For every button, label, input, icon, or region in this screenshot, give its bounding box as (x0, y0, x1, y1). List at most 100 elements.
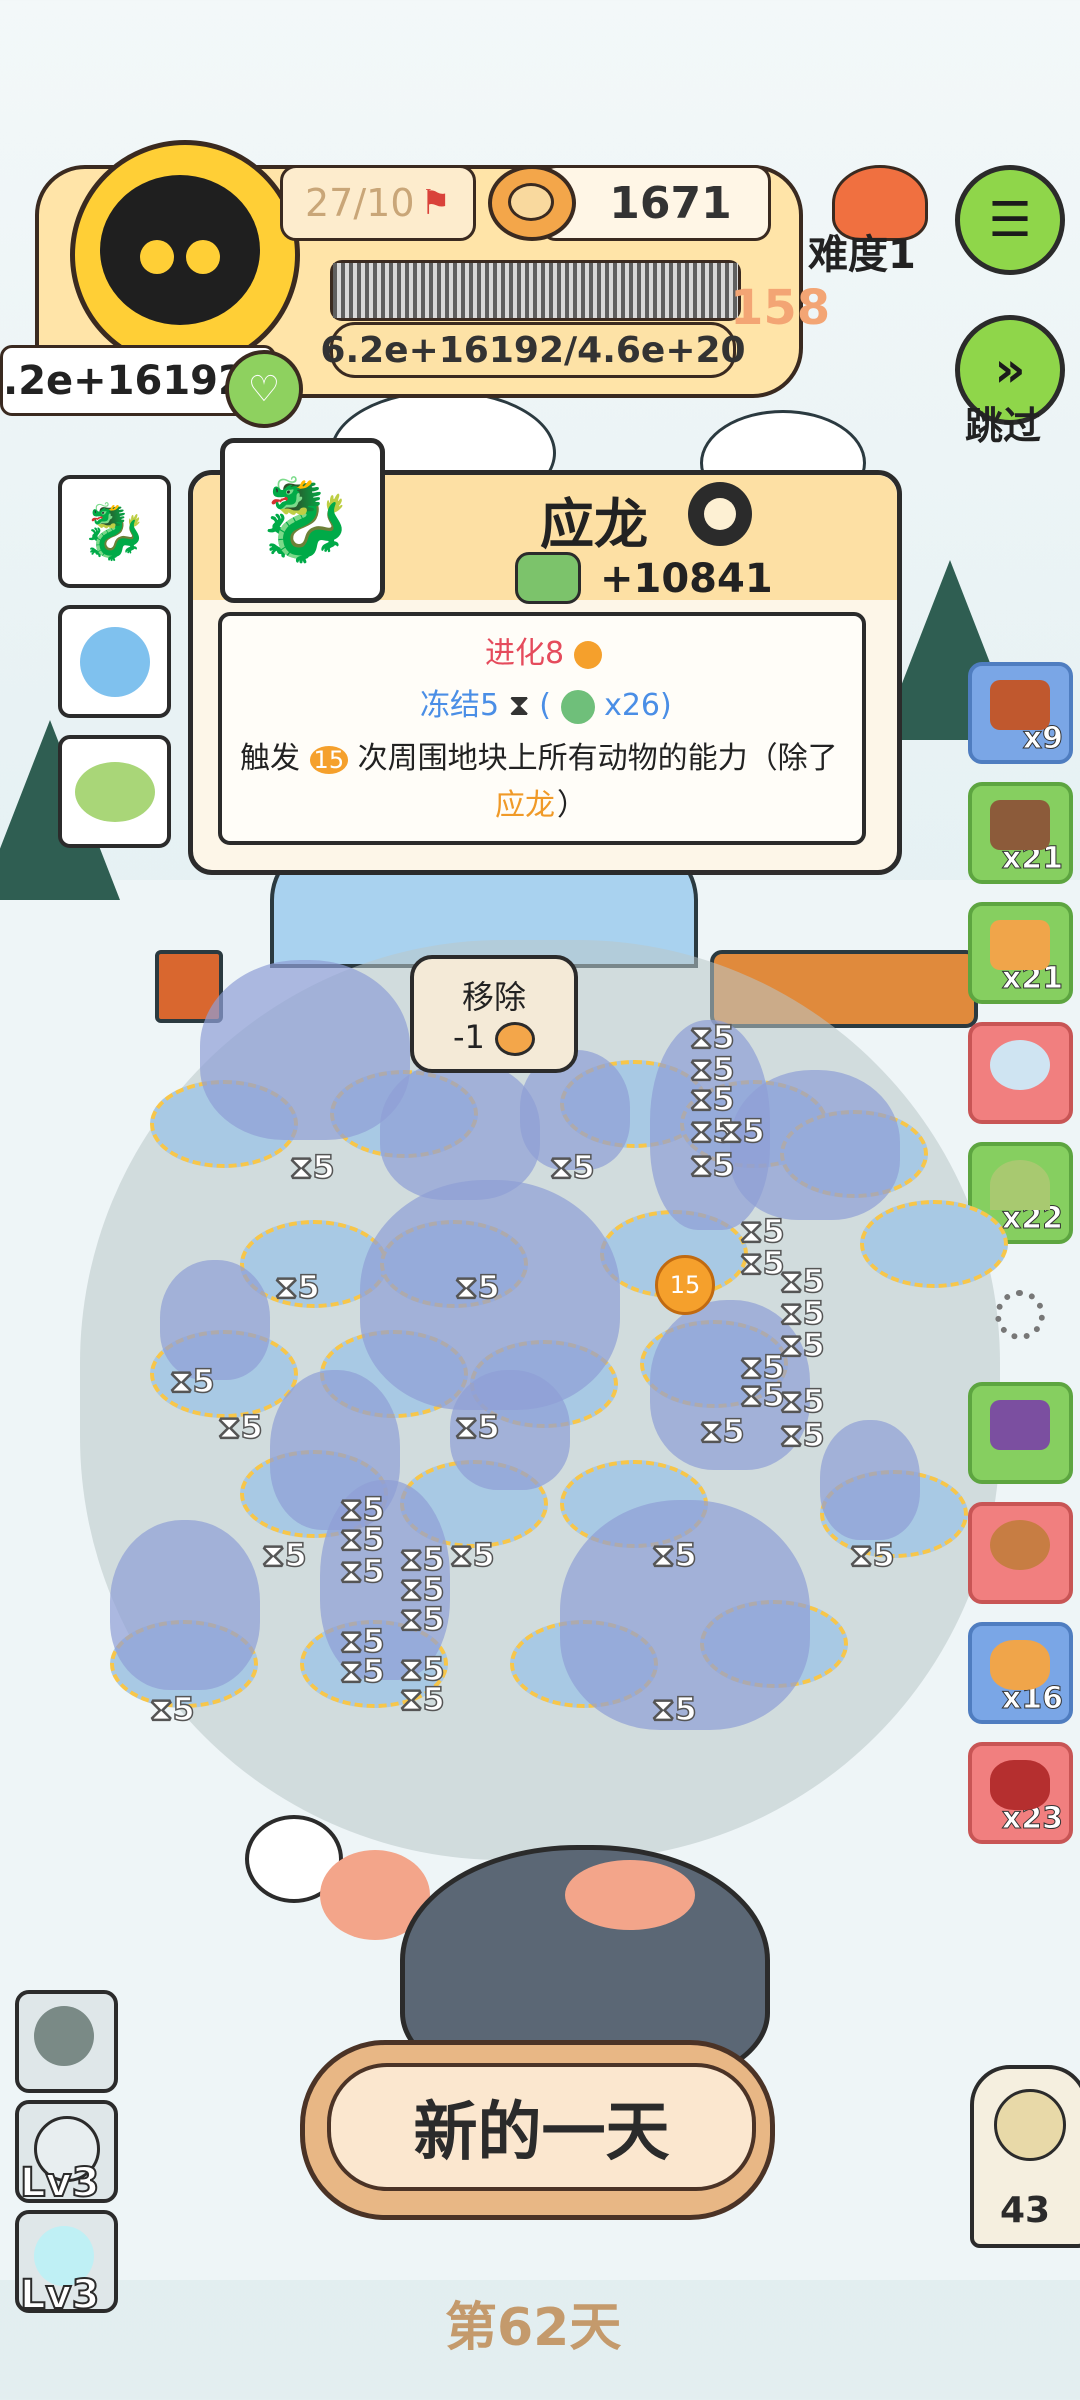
freeze-timer: ⧗5 (339, 1551, 385, 1591)
hourglass-icon: ⧗ (339, 1551, 363, 1591)
remove-cost-value: -1 (452, 1018, 485, 1056)
cloud-pearl-icon (990, 1040, 1050, 1090)
owl-count: 43 (1000, 2190, 1051, 2231)
freeze-timer-value: 5 (362, 1651, 386, 1691)
avatar (100, 175, 260, 325)
coin-icon (488, 165, 576, 241)
hourglass-icon: ⧗ (399, 1679, 423, 1719)
freeze-timer: ⧗5 (849, 1535, 896, 1575)
level-label: Lv3 (19, 2159, 100, 2207)
hourglass-icon: ⧗ (508, 688, 530, 723)
ticket-icon (990, 920, 1050, 970)
freeze-timer: ⧗5 (399, 1599, 446, 1639)
popup-value: +10841 (600, 556, 773, 602)
freeze-timer: ⧗5 (689, 1145, 736, 1185)
trigger-prefix: 触发 (240, 741, 300, 776)
trigger-text: 触发 15 次周围地块上所有动物的能力（除了 (240, 733, 838, 777)
freeze-timer-value: 5 (674, 1535, 698, 1575)
excluded-animal-name: 应龙 (495, 788, 555, 823)
heart-button[interactable]: ♡ (225, 350, 303, 428)
new-day-button[interactable]: 新的一天 (300, 2040, 775, 2220)
level-number: 158 (730, 280, 831, 336)
closing-paren: ） (557, 788, 587, 823)
frozen-animal[interactable] (200, 960, 410, 1140)
freeze-timer-value: 5 (284, 1535, 308, 1575)
score-progress-fill (333, 263, 738, 318)
credit-card-icon (990, 1400, 1050, 1450)
ability-button[interactable] (15, 1990, 118, 2093)
owl-icon (994, 2089, 1066, 2161)
menu-icon: ☰ (988, 192, 1032, 248)
score-progress-text: 6.2e+16192/4.6e+20 (320, 322, 746, 378)
freeze-timer: ⧗5 (149, 1689, 196, 1729)
day-counter: 第62天 (445, 2298, 622, 2358)
hourglass-icon: ⧗ (651, 1535, 675, 1575)
frozen-animal[interactable] (380, 1060, 540, 1200)
item-coffee[interactable]: x21 (968, 782, 1073, 884)
flag-counter: 27/10 ⚑ (280, 165, 476, 241)
frozen-animal[interactable] (820, 1420, 920, 1540)
hourglass-icon: ⧗ (699, 1411, 723, 1451)
flag-progress-text: 27/10 (305, 181, 415, 225)
frozen-animal[interactable] (110, 1520, 260, 1690)
star-badge-icon (560, 689, 595, 724)
item-gingerbread[interactable] (968, 1502, 1073, 1604)
fast-forward-icon: » (994, 342, 1026, 398)
freeze-paren: ( (539, 688, 551, 723)
coin-small-icon (573, 640, 602, 669)
freeze-timer-value: 5 (172, 1689, 196, 1729)
freeze-timer-value: 5 (477, 1267, 501, 1307)
hourglass-icon: ⧗ (739, 1243, 763, 1283)
freeze-timer-value: 5 (472, 1535, 496, 1575)
freeze-timer: ⧗5 (651, 1535, 698, 1575)
coin-icon (495, 1022, 536, 1056)
item-fireplace[interactable]: x9 (968, 662, 1073, 764)
trigger-count-badge: 15 (655, 1255, 715, 1315)
freeze-timer: ⧗5 (399, 1679, 446, 1719)
freeze-timer-value: 5 (872, 1535, 896, 1575)
item-cloud-pearl[interactable] (968, 1022, 1073, 1124)
freeze-timer-value: 5 (674, 1689, 698, 1729)
hourglass-icon: ⧗ (261, 1535, 285, 1575)
red-flag-icon: ⚑ (420, 183, 451, 223)
freeze-timer: ⧗5 (549, 1147, 595, 1187)
hourglass-icon: ⧗ (454, 1267, 478, 1307)
new-day-label: 新的一天 (327, 2063, 756, 2191)
gingerbread-icon (990, 1520, 1050, 1570)
popup-title: 应龙 (540, 493, 648, 556)
trigger-description: 次周围地块上所有动物的能力（除了 (357, 741, 838, 776)
freeze-timer-value: 5 (422, 1599, 446, 1639)
freeze-timer-value: 5 (802, 1381, 826, 1421)
freeze-timer-value: 5 (742, 1111, 766, 1151)
ice-orb-icon (79, 626, 150, 697)
freeze-timer-value: 5 (422, 1679, 446, 1719)
freeze-timer-value: 5 (312, 1147, 336, 1187)
item-gift-sack[interactable]: x23 (968, 1742, 1073, 1844)
hourglass-icon: ⧗ (719, 1111, 743, 1151)
side-card-green-egg[interactable] (58, 735, 171, 848)
freeze-timer: ⧗5 (289, 1147, 336, 1187)
remove-bubble[interactable]: 移除 -1 (410, 955, 578, 1073)
hourglass-icon: ⧗ (449, 1535, 473, 1575)
side-card-dragon[interactable]: 🐉 (58, 475, 171, 588)
freeze-multiplier: x26) (604, 688, 672, 723)
gear-icon[interactable] (688, 482, 752, 546)
side-card-ice-orb[interactable] (58, 605, 171, 718)
trigger-count-badge: 15 (309, 746, 349, 774)
paw-icon (140, 240, 174, 274)
gray-ability-icon (34, 2006, 94, 2066)
menu-button[interactable]: ☰ (955, 165, 1065, 275)
item-ticket[interactable]: x21 (968, 902, 1073, 1004)
freeze-timer-value: 5 (712, 1145, 736, 1185)
freeze-timer: ⧗5 (274, 1267, 320, 1307)
hourglass-icon: ⧗ (549, 1147, 573, 1187)
heart-icon: ♡ (247, 368, 281, 410)
board-tile[interactable] (860, 1200, 1008, 1288)
freeze-timer: ⧗5 (779, 1325, 825, 1365)
resource-icon (515, 552, 581, 604)
item-fist[interactable]: x16 (968, 1622, 1073, 1724)
hourglass-icon: ⧗ (849, 1535, 873, 1575)
freeze-timer-value: 5 (802, 1415, 826, 1455)
item-credit-card[interactable] (968, 1382, 1073, 1484)
freeze-timer: ⧗5 (651, 1689, 698, 1729)
